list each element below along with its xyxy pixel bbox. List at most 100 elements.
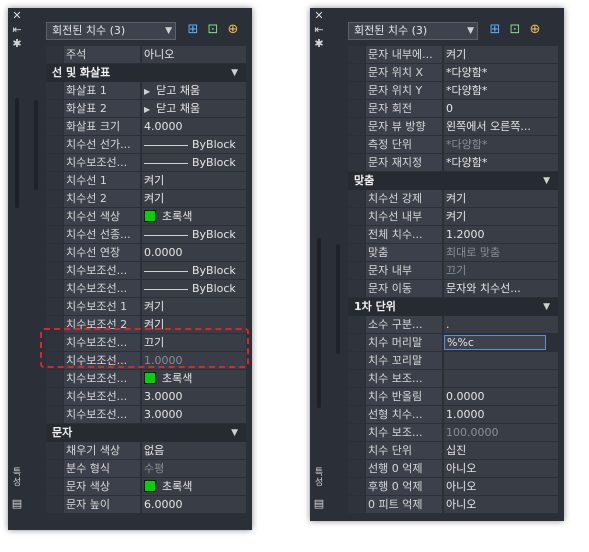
property-value[interactable]: ▶ 닫고 채움 bbox=[142, 100, 246, 117]
property-value[interactable]: *다양함* bbox=[444, 82, 558, 99]
property-row[interactable]: 측정 단위 *다양함* bbox=[348, 136, 558, 154]
property-value[interactable]: 3.0000 bbox=[142, 406, 246, 423]
property-row[interactable]: 치수선 색상 초록색 bbox=[46, 208, 246, 226]
category-header[interactable]: 1차 단위 ▼ bbox=[348, 298, 558, 316]
property-value[interactable]: 왼쪽에서 오른쪽... bbox=[444, 118, 558, 135]
settings-icon[interactable]: ✱ bbox=[11, 38, 23, 50]
property-row[interactable]: 소수 구분.... bbox=[348, 316, 558, 334]
collapse-chevron-icon[interactable]: ▼ bbox=[543, 172, 550, 190]
object-type-selector[interactable]: 회전된 치수 (3) ▼ bbox=[348, 22, 478, 40]
prefix-edit-field[interactable]: %%c bbox=[444, 335, 546, 350]
property-row[interactable]: 문자 색상 초록색 bbox=[46, 478, 246, 496]
property-row[interactable]: 분수 형식 수평 bbox=[46, 460, 246, 478]
property-row[interactable]: 0 피트 억제 아니오 bbox=[348, 496, 558, 514]
pin-icon[interactable]: ⇤ bbox=[11, 24, 23, 36]
property-row[interactable]: 치수보조선... 초록색 bbox=[46, 370, 246, 388]
property-row[interactable]: 치수보조선... ByBlock bbox=[46, 154, 246, 172]
property-row[interactable]: 주석 아니오 bbox=[46, 46, 246, 64]
property-value[interactable]: 0 bbox=[444, 100, 558, 117]
property-row[interactable]: 치수보조선... ByBlock bbox=[46, 262, 246, 280]
property-value[interactable]: . bbox=[444, 316, 558, 333]
palette-title-strip[interactable]: ✕ ⇤ ✱ 특성 ▤ bbox=[8, 8, 26, 530]
property-row[interactable]: 치수선 2 켜기 bbox=[46, 190, 246, 208]
object-type-selector[interactable]: 회전된 치수 (3) ▼ bbox=[46, 22, 176, 40]
property-value[interactable]: 초록색 bbox=[142, 478, 246, 495]
property-value[interactable]: *다양함* bbox=[444, 64, 558, 81]
property-row[interactable]: 문자 뷰 방향 왼쪽에서 오른쪽... bbox=[348, 118, 558, 136]
property-value[interactable]: 초록색 bbox=[142, 208, 246, 225]
property-row[interactable]: 치수선 1 켜기 bbox=[46, 172, 246, 190]
property-value[interactable]: ByBlock bbox=[142, 262, 246, 279]
property-row[interactable]: 문자 내부 끄기 bbox=[348, 262, 558, 280]
collapse-chevron-icon[interactable]: ▼ bbox=[231, 64, 238, 82]
property-value[interactable]: 수평 bbox=[142, 460, 246, 477]
property-row[interactable]: 채우기 색상 없음 bbox=[46, 442, 246, 460]
close-icon[interactable]: ✕ bbox=[313, 10, 325, 22]
property-row[interactable]: 문자 위치 X *다양함* bbox=[348, 64, 558, 82]
property-value[interactable]: 0.0000 bbox=[142, 244, 246, 261]
property-row[interactable]: 화살표 2 ▶ 닫고 채움 bbox=[46, 100, 246, 118]
property-value[interactable]: 켜기 bbox=[142, 298, 246, 315]
property-row[interactable]: 치수보조선... ByBlock bbox=[46, 280, 246, 298]
property-value[interactable]: 없음 bbox=[142, 442, 246, 459]
property-value[interactable]: 100.0000 bbox=[444, 424, 558, 441]
property-row[interactable]: 치수선 선가... ByBlock bbox=[46, 136, 246, 154]
property-row[interactable]: 문자 재지정 *다양함* bbox=[348, 154, 558, 172]
property-value[interactable]: 최대로 맞춤 bbox=[444, 244, 558, 261]
collapse-chevron-icon[interactable]: ▼ bbox=[543, 298, 550, 316]
property-row[interactable]: 치수보조선... 3.0000 bbox=[46, 406, 246, 424]
property-value[interactable]: ByBlock bbox=[142, 154, 246, 171]
property-row[interactable]: 문자 이동 문자와 치수선... bbox=[348, 280, 558, 298]
property-value[interactable]: 켜기 bbox=[142, 190, 246, 207]
property-row[interactable]: 선형 치수... 1.0000 bbox=[348, 406, 558, 424]
property-value[interactable]: 0.0000 bbox=[444, 388, 558, 405]
property-value[interactable]: ▶ 닫고 채움 bbox=[142, 82, 246, 99]
property-value[interactable]: *다양함* bbox=[444, 136, 558, 153]
scroll-indicator[interactable] bbox=[336, 244, 340, 354]
toggle-pickadd-icon[interactable]: ⊕ bbox=[527, 22, 543, 38]
scroll-indicator[interactable] bbox=[34, 100, 38, 190]
select-objects-icon[interactable]: ⊡ bbox=[507, 22, 523, 38]
quick-select-icon[interactable]: ⊞ bbox=[487, 22, 503, 38]
property-row[interactable]: 화살표 1 ▶ 닫고 채움 bbox=[46, 82, 246, 100]
category-header[interactable]: 문자 ▼ bbox=[46, 424, 246, 442]
property-row[interactable]: 치수선 내부 켜기 bbox=[348, 208, 558, 226]
property-row[interactable]: 화살표 크기 4.0000 bbox=[46, 118, 246, 136]
property-value[interactable]: 켜기 bbox=[444, 46, 558, 63]
property-value[interactable]: 문자와 치수선... bbox=[444, 280, 558, 297]
property-row[interactable]: 치수 보조... 100.0000 bbox=[348, 424, 558, 442]
property-row[interactable]: 전체 치수... 1.2000 bbox=[348, 226, 558, 244]
settings-icon[interactable]: ✱ bbox=[313, 38, 325, 50]
property-row[interactable]: 치수선 연장 0.0000 bbox=[46, 244, 246, 262]
property-value[interactable]: 아니오 bbox=[444, 460, 558, 477]
property-value[interactable]: 십진 bbox=[444, 442, 558, 459]
property-row[interactable]: 치수 꼬리말 bbox=[348, 352, 558, 370]
property-row[interactable]: 치수보조선 1 켜기 bbox=[46, 298, 246, 316]
property-value[interactable] bbox=[444, 370, 558, 387]
property-row[interactable]: 치수 머리말 %%c bbox=[348, 334, 558, 352]
property-value[interactable]: 1.0000 bbox=[444, 406, 558, 423]
pin-icon[interactable]: ⇤ bbox=[313, 24, 325, 36]
property-row[interactable]: 문자 내부에... 켜기 bbox=[348, 46, 558, 64]
property-value[interactable]: 6.0000 bbox=[142, 496, 246, 513]
property-row[interactable]: 치수 단위 십진 bbox=[348, 442, 558, 460]
property-value[interactable] bbox=[444, 352, 558, 369]
property-row[interactable]: 치수보조선... 3.0000 bbox=[46, 388, 246, 406]
property-value[interactable]: *다양함* bbox=[444, 154, 558, 171]
property-row[interactable]: 치수 보조... bbox=[348, 370, 558, 388]
property-value[interactable]: 아니오 bbox=[444, 478, 558, 495]
property-value[interactable]: ByBlock bbox=[142, 226, 246, 243]
property-value[interactable]: 4.0000 bbox=[142, 118, 246, 135]
collapse-chevron-icon[interactable]: ▼ bbox=[231, 424, 238, 442]
property-value[interactable]: 초록색 bbox=[142, 370, 246, 387]
property-row[interactable]: 치수 반올림 0.0000 bbox=[348, 388, 558, 406]
property-value[interactable]: 끄기 bbox=[444, 262, 558, 279]
property-value[interactable]: 켜기 bbox=[142, 172, 246, 189]
quick-select-icon[interactable]: ⊞ bbox=[185, 22, 201, 38]
property-row[interactable]: 문자 높이 6.0000 bbox=[46, 496, 246, 514]
property-value[interactable]: 3.0000 bbox=[142, 388, 246, 405]
close-icon[interactable]: ✕ bbox=[11, 10, 23, 22]
property-value[interactable]: ByBlock bbox=[142, 136, 246, 153]
property-value[interactable]: 1.2000 bbox=[444, 226, 558, 243]
select-objects-icon[interactable]: ⊡ bbox=[205, 22, 221, 38]
